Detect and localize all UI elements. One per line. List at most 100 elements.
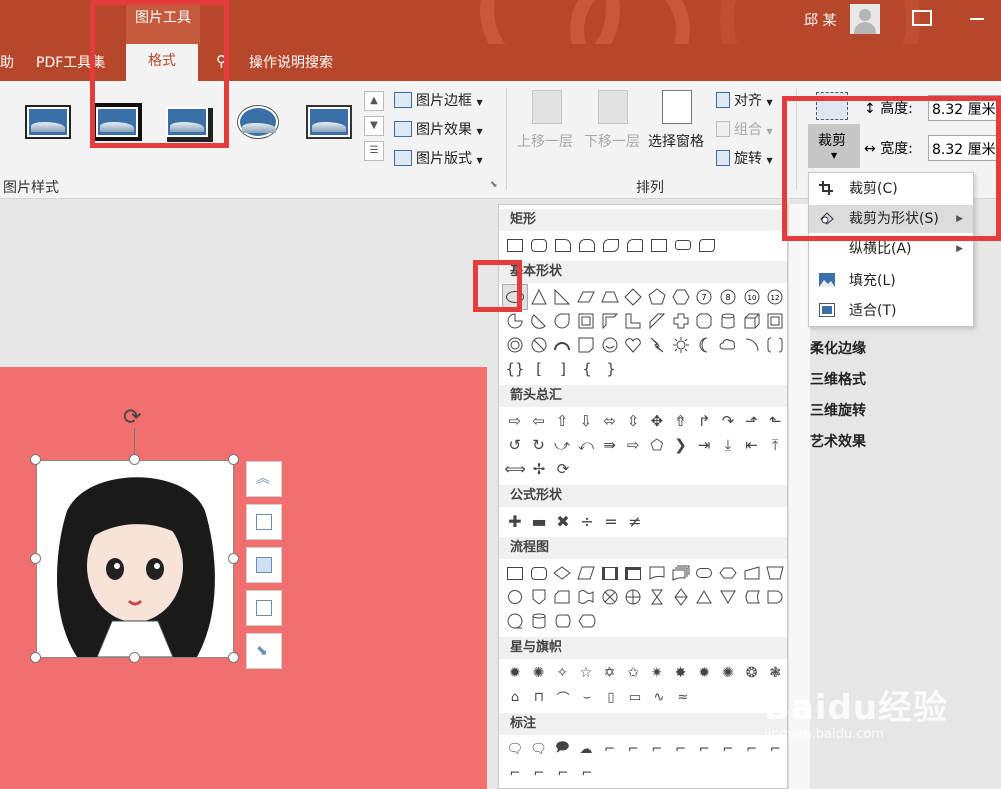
lightning-bolt-shape[interactable] — [645, 333, 669, 357]
snip-rectangle-shape[interactable] — [551, 233, 575, 257]
curved-ribbon-up-shape[interactable]: ⌒ — [551, 685, 575, 709]
flowchart-terminator-shape[interactable] — [692, 561, 716, 585]
snip-round-shape[interactable] — [623, 233, 647, 257]
rotate-button[interactable]: 旋转 ▼ — [716, 148, 773, 168]
flowchart-document-shape[interactable] — [645, 561, 669, 585]
resize-handle[interactable] — [129, 652, 140, 663]
round-rect-callout-shape[interactable]: 🗨 — [527, 737, 551, 761]
arc-shape[interactable] — [740, 333, 764, 357]
star10-shape[interactable]: ✸ — [669, 661, 693, 685]
plus-shape[interactable]: ✚ — [503, 509, 527, 533]
trapezoid-shape[interactable] — [598, 285, 622, 309]
quad-arrow-callout-shape[interactable]: ✢ — [527, 457, 551, 481]
star6-shape[interactable]: ✡ — [598, 661, 622, 685]
fit-menu-item[interactable]: 适合(T) — [809, 297, 973, 325]
curved-up-arrow-shape[interactable]: ⤻ — [550, 433, 574, 457]
star7-shape[interactable]: ✩ — [621, 661, 645, 685]
resize-handle[interactable] — [228, 454, 239, 465]
line-callout3-border-shape[interactable]: ⌐ — [503, 761, 527, 785]
chord-shape[interactable] — [527, 309, 551, 333]
align-quick-button[interactable] — [246, 504, 282, 540]
left-arrow-callout-shape[interactable]: ⇤ — [740, 433, 764, 457]
picture-border-button[interactable]: 图片边框 ▼ — [394, 90, 483, 110]
folded-corner-shape[interactable] — [574, 333, 598, 357]
frame-shape[interactable] — [574, 309, 598, 333]
flowchart-stored-data-shape[interactable] — [740, 585, 764, 609]
rectangle-shape[interactable] — [503, 233, 527, 257]
moon-shape[interactable] — [692, 333, 716, 357]
right-brace-shape[interactable]: } — [599, 357, 623, 381]
picture-effects-button[interactable]: 图片效果 ▼ — [394, 119, 483, 139]
line-callout-accent-border2-shape[interactable]: ⌐ — [551, 761, 575, 785]
flowchart-collate-shape[interactable] — [645, 585, 669, 609]
can-shape[interactable] — [716, 309, 740, 333]
line-callout-accent-border3-shape[interactable]: ⌐ — [575, 761, 599, 785]
resize-handle[interactable] — [30, 553, 41, 564]
right-arrow-callout-shape[interactable]: ⇥ — [692, 433, 716, 457]
snip-diagonal-shape[interactable] — [599, 233, 623, 257]
flowchart-card-shape[interactable] — [550, 585, 574, 609]
minimize-icon[interactable] — [970, 18, 984, 20]
diagonal-stripe-shape[interactable] — [645, 309, 669, 333]
flowchart-extract-shape[interactable] — [692, 585, 716, 609]
quad-arrow-shape[interactable]: ✥ — [645, 409, 669, 433]
horizontal-scroll-shape[interactable]: ▭ — [623, 685, 647, 709]
star12-shape[interactable]: ✹ — [692, 661, 716, 685]
artistic-effects-item[interactable]: 艺术效果 — [810, 431, 866, 451]
curved-ribbon-down-shape[interactable]: ⌣ — [575, 685, 599, 709]
selection-pane-button[interactable]: 选择窗格 — [648, 131, 704, 151]
line-callout2-shape[interactable]: ⌐ — [621, 737, 645, 761]
flowchart-or-shape[interactable] — [621, 585, 645, 609]
cross-shape[interactable] — [669, 309, 693, 333]
picture-layout-button[interactable]: 图片版式 ▼ — [394, 148, 483, 168]
sun-shape[interactable] — [669, 333, 693, 357]
rounded-rectangle-shape[interactable] — [527, 233, 551, 257]
donut-shape[interactable] — [503, 333, 527, 357]
flowchart-predefined-shape[interactable] — [598, 561, 622, 585]
resize-quick-button[interactable]: ⬊ — [246, 633, 282, 669]
double-brace-shape[interactable]: {} — [503, 357, 527, 381]
ribbon-up-shape[interactable]: ⌂ — [503, 685, 527, 709]
left-arrow-shape[interactable]: ⇦ — [527, 409, 551, 433]
picture-style-thick-frame[interactable] — [96, 107, 138, 137]
parallelogram-shape[interactable] — [574, 285, 598, 309]
send-backward-button[interactable]: 下移一层 — [584, 131, 640, 151]
resize-handle[interactable] — [228, 652, 239, 663]
bring-forward-quick-button[interactable]: ︽ — [246, 461, 282, 497]
arrange-quick-button[interactable] — [246, 547, 282, 583]
align-button[interactable]: 对齐 ▼ — [716, 90, 773, 110]
star5-shape[interactable]: ☆ — [574, 661, 598, 685]
crop-to-shape-menu-item[interactable]: 裁剪为形状(S) ▶ — [809, 205, 973, 233]
down-arrow-shape[interactable]: ⇩ — [574, 409, 598, 433]
flowchart-connector-shape[interactable] — [503, 585, 527, 609]
cube-shape[interactable] — [740, 309, 764, 333]
multiply-shape[interactable]: ✖ — [551, 509, 575, 533]
vertical-scroll-shape[interactable]: ▯ — [599, 685, 623, 709]
up-down-arrow-shape[interactable]: ⇳ — [621, 409, 645, 433]
smiley-face-shape[interactable] — [598, 333, 622, 357]
line-callout3-accent-shape[interactable]: ⌐ — [716, 737, 740, 761]
double-wave-shape[interactable]: ≈ — [671, 685, 695, 709]
right-bracket-shape[interactable]: ] — [551, 357, 575, 381]
minus-shape[interactable]: ▬ — [527, 509, 551, 533]
l-shape[interactable] — [621, 309, 645, 333]
3d-format-item[interactable]: 三维格式 — [810, 369, 866, 389]
line-callout1-shape[interactable]: ⌐ — [598, 737, 622, 761]
flowchart-delay-shape[interactable] — [763, 585, 787, 609]
tab-help[interactable]: 助 — [0, 52, 14, 72]
hexagon-shape[interactable] — [669, 285, 693, 309]
flowchart-punched-tape-shape[interactable] — [574, 585, 598, 609]
left-up-arrow-shape[interactable]: ⬏ — [740, 409, 764, 433]
bent-up-arrow-shape[interactable]: ⬑ — [763, 409, 787, 433]
double-bracket-shape[interactable] — [763, 333, 787, 357]
lightbulb-icon[interactable]: ⚲ — [216, 52, 227, 70]
flowchart-decision-shape[interactable] — [550, 561, 574, 585]
snip-two-corner-shape[interactable] — [575, 233, 599, 257]
flowchart-multidocument-shape[interactable] — [669, 561, 693, 585]
pie-shape[interactable] — [503, 309, 527, 333]
up-arrow-shape[interactable]: ⇧ — [550, 409, 574, 433]
resize-handle[interactable] — [129, 454, 140, 465]
gallery-more-icon[interactable]: ☰ — [364, 141, 384, 161]
decagon-shape[interactable]: 10 — [740, 285, 764, 309]
explosion2-shape[interactable]: ✺ — [527, 661, 551, 685]
